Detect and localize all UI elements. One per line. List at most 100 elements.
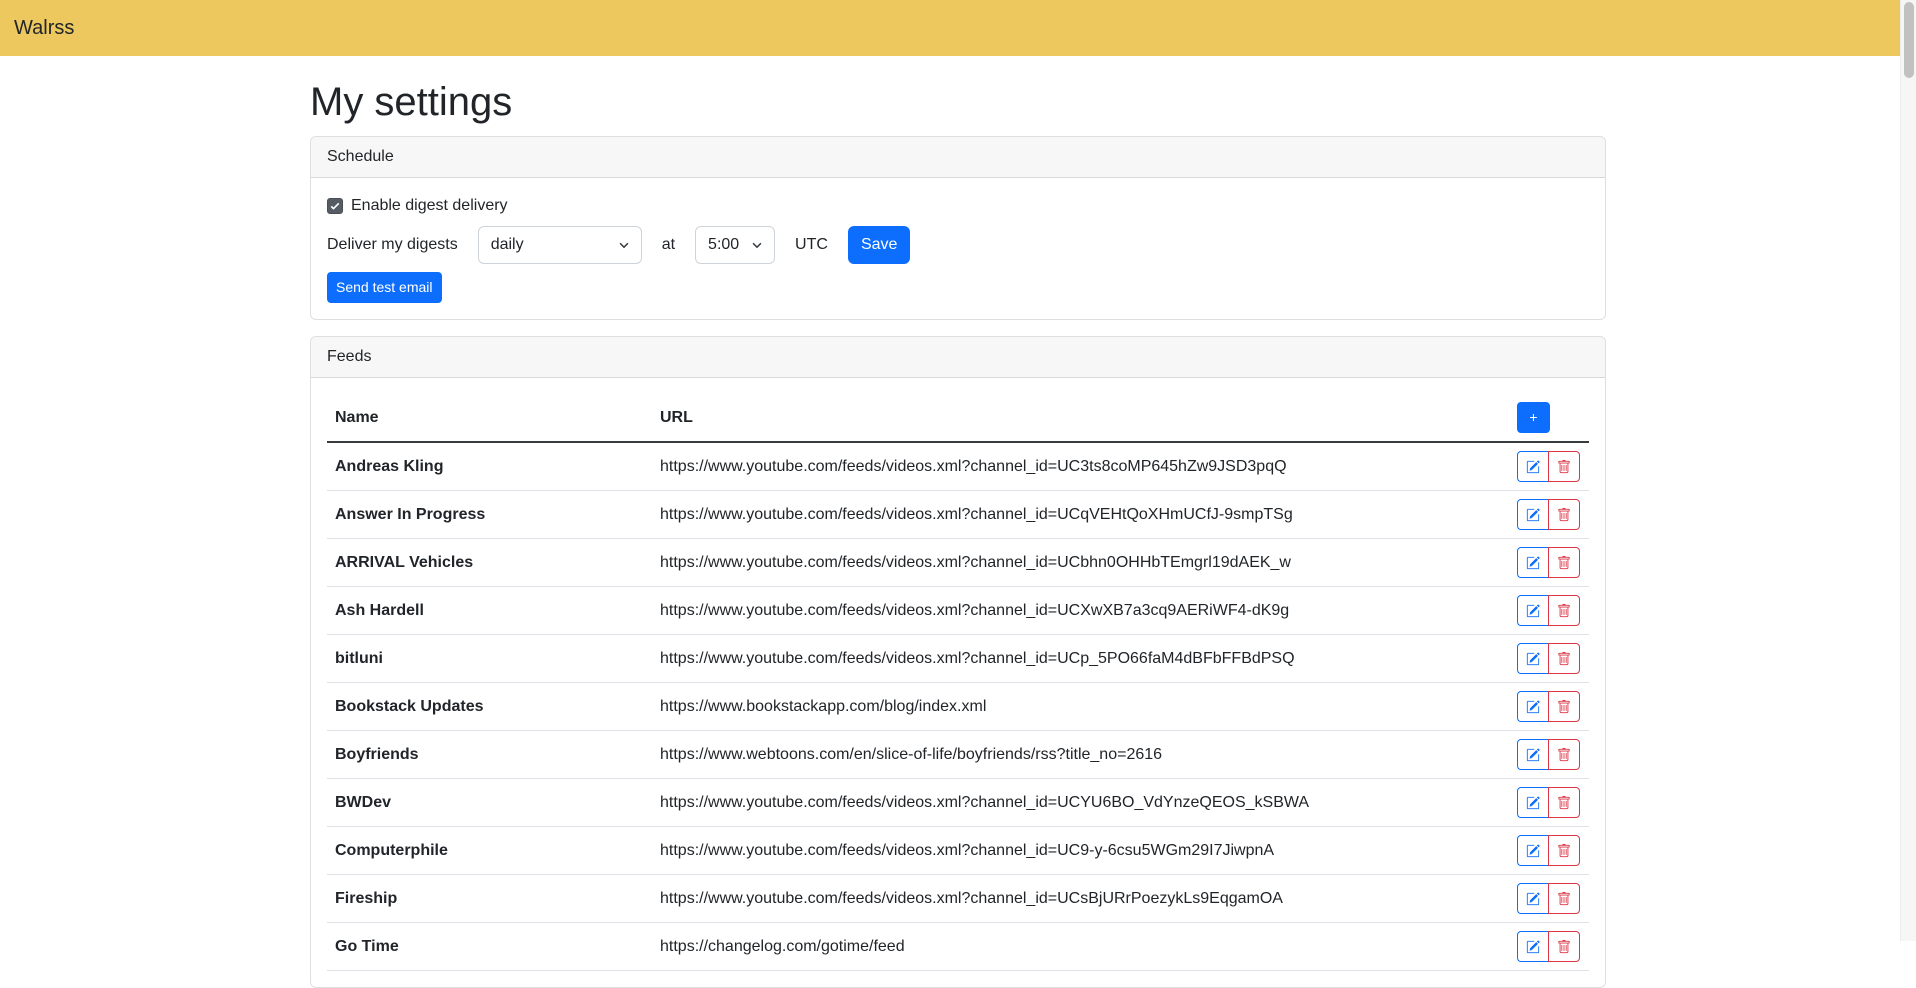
feed-row: Andreas Kling https://www.youtube.com/fe…: [327, 442, 1589, 491]
trash-icon: [1557, 508, 1571, 522]
trash-icon: [1557, 556, 1571, 570]
feed-actions-group: [1517, 547, 1580, 578]
delete-feed-button[interactable]: [1548, 643, 1580, 674]
delete-feed-button[interactable]: [1548, 883, 1580, 914]
main-content: My settings Schedule Enable digest deliv…: [310, 78, 1606, 988]
column-header-actions: +: [1509, 394, 1589, 442]
feed-actions-group: [1517, 739, 1580, 770]
feed-actions-group: [1517, 787, 1580, 818]
feed-actions: [1509, 442, 1589, 491]
feeds-card-body: Name URL + Andreas Kling https://www.you…: [311, 378, 1605, 987]
delete-feed-button[interactable]: [1548, 499, 1580, 530]
pencil-square-icon: [1526, 892, 1540, 906]
pencil-square-icon: [1526, 700, 1540, 714]
delete-feed-button[interactable]: [1548, 835, 1580, 866]
top-navbar: Walrss: [0, 0, 1916, 56]
edit-feed-button[interactable]: [1517, 691, 1549, 722]
feed-actions-group: [1517, 835, 1580, 866]
feeds-card-header: Feeds: [311, 337, 1605, 378]
feed-actions: [1509, 587, 1589, 635]
edit-feed-button[interactable]: [1517, 739, 1549, 770]
add-feed-button[interactable]: +: [1517, 402, 1550, 433]
edit-feed-button[interactable]: [1517, 499, 1549, 530]
feed-actions: [1509, 683, 1589, 731]
feed-name: Bookstack Updates: [327, 683, 652, 731]
pencil-square-icon: [1526, 844, 1540, 858]
pencil-square-icon: [1526, 508, 1540, 522]
scrollbar-thumb[interactable]: [1904, 2, 1914, 78]
enable-digest-row: Enable digest delivery: [327, 194, 1589, 218]
edit-feed-button[interactable]: [1517, 931, 1549, 962]
delivery-schedule-row: Deliver my digests daily at 5:00 UTC Sav…: [327, 226, 1589, 264]
feed-actions: [1509, 635, 1589, 683]
feed-url: https://www.youtube.com/feeds/videos.xml…: [652, 635, 1509, 683]
chevron-down-icon: [617, 238, 631, 252]
feed-name: Andreas Kling: [327, 442, 652, 491]
pencil-square-icon: [1526, 604, 1540, 618]
feed-name: Ash Hardell: [327, 587, 652, 635]
delete-feed-button[interactable]: [1548, 595, 1580, 626]
edit-feed-button[interactable]: [1517, 787, 1549, 818]
feed-url: https://changelog.com/gotime/feed: [652, 923, 1509, 971]
at-label: at: [662, 233, 675, 257]
pencil-square-icon: [1526, 652, 1540, 666]
check-icon: [329, 200, 341, 212]
feed-row: BWDev https://www.youtube.com/feeds/vide…: [327, 779, 1589, 827]
delete-feed-button[interactable]: [1548, 451, 1580, 482]
edit-feed-button[interactable]: [1517, 835, 1549, 866]
feeds-card: Feeds Name URL + Andreas Kling https://w…: [310, 336, 1606, 988]
pencil-square-icon: [1526, 460, 1540, 474]
feed-actions: [1509, 875, 1589, 923]
edit-feed-button[interactable]: [1517, 595, 1549, 626]
feed-actions: [1509, 779, 1589, 827]
feed-actions-group: [1517, 691, 1580, 722]
feed-actions: [1509, 491, 1589, 539]
trash-icon: [1557, 652, 1571, 666]
time-select[interactable]: 5:00: [695, 226, 775, 264]
feeds-table-header-row: Name URL +: [327, 394, 1589, 442]
delete-feed-button[interactable]: [1548, 691, 1580, 722]
feed-url: https://www.youtube.com/feeds/videos.xml…: [652, 442, 1509, 491]
feed-url: https://www.bookstackapp.com/blog/index.…: [652, 683, 1509, 731]
delete-feed-button[interactable]: [1548, 787, 1580, 818]
feed-row: Fireship https://www.youtube.com/feeds/v…: [327, 875, 1589, 923]
feed-actions-group: [1517, 451, 1580, 482]
feed-actions-group: [1517, 883, 1580, 914]
feed-row: bitluni https://www.youtube.com/feeds/vi…: [327, 635, 1589, 683]
edit-feed-button[interactable]: [1517, 451, 1549, 482]
trash-icon: [1557, 940, 1571, 954]
feed-name: ARRIVAL Vehicles: [327, 539, 652, 587]
edit-feed-button[interactable]: [1517, 883, 1549, 914]
send-test-email-button[interactable]: Send test email: [327, 272, 442, 303]
feed-row: Ash Hardell https://www.youtube.com/feed…: [327, 587, 1589, 635]
feed-url: https://www.youtube.com/feeds/videos.xml…: [652, 827, 1509, 875]
pencil-square-icon: [1526, 556, 1540, 570]
delete-feed-button[interactable]: [1548, 547, 1580, 578]
frequency-select[interactable]: daily: [478, 226, 642, 264]
app-brand[interactable]: Walrss: [14, 13, 74, 43]
edit-feed-button[interactable]: [1517, 547, 1549, 578]
trash-icon: [1557, 460, 1571, 474]
feed-url: https://www.webtoons.com/en/slice-of-lif…: [652, 731, 1509, 779]
edit-feed-button[interactable]: [1517, 643, 1549, 674]
feed-name: Answer In Progress: [327, 491, 652, 539]
page-scrollbar[interactable]: [1900, 0, 1916, 941]
delete-feed-button[interactable]: [1548, 931, 1580, 962]
delete-feed-button[interactable]: [1548, 739, 1580, 770]
feed-row: Go Time https://changelog.com/gotime/fee…: [327, 923, 1589, 971]
trash-icon: [1557, 604, 1571, 618]
feed-actions: [1509, 923, 1589, 971]
column-header-name: Name: [327, 394, 652, 442]
deliver-digests-label: Deliver my digests: [327, 233, 458, 257]
feed-url: https://www.youtube.com/feeds/videos.xml…: [652, 587, 1509, 635]
save-button[interactable]: Save: [848, 226, 910, 264]
feed-url: https://www.youtube.com/feeds/videos.xml…: [652, 779, 1509, 827]
feed-name: BWDev: [327, 779, 652, 827]
enable-digest-checkbox[interactable]: [327, 198, 343, 214]
enable-digest-label[interactable]: Enable digest delivery: [351, 194, 508, 218]
feed-name: Fireship: [327, 875, 652, 923]
feed-name: Go Time: [327, 923, 652, 971]
timezone-label: UTC: [795, 233, 828, 257]
feed-url: https://www.youtube.com/feeds/videos.xml…: [652, 875, 1509, 923]
trash-icon: [1557, 892, 1571, 906]
